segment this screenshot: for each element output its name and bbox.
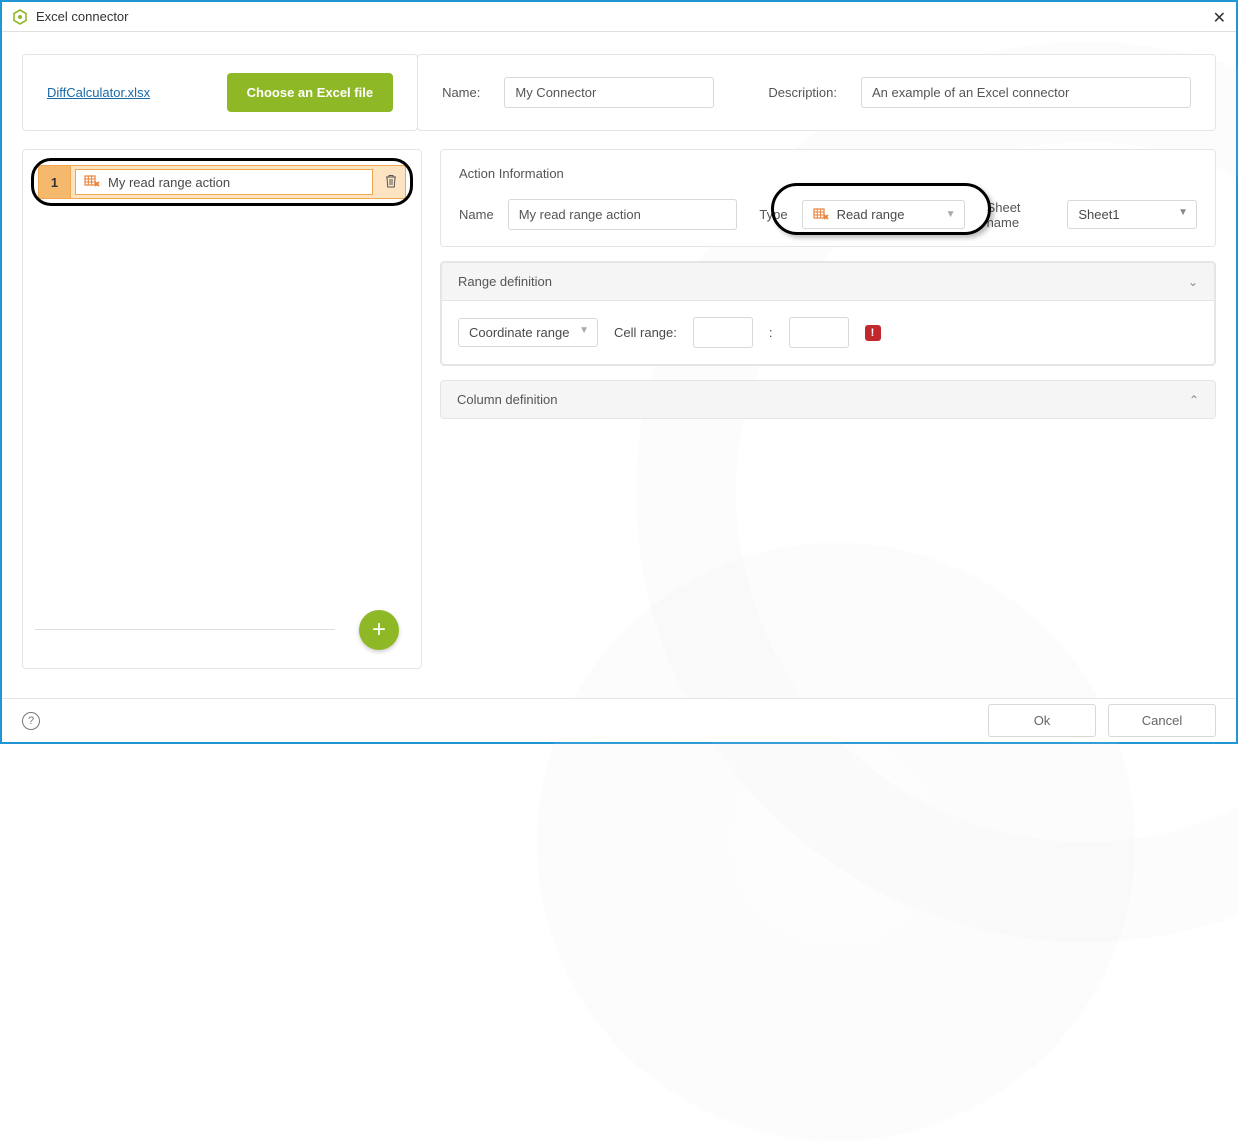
section-title: Action Information xyxy=(459,166,1197,181)
chevron-down-icon: ▼ xyxy=(579,325,589,336)
titlebar: Excel connector ✕ xyxy=(2,2,1236,32)
window-title: Excel connector xyxy=(36,9,129,24)
file-selector-panel: DiffCalculator.xlsx Choose an Excel file xyxy=(22,54,418,131)
range-separator: : xyxy=(769,325,773,340)
range-definition-header[interactable]: Range definition ⌄ xyxy=(441,262,1215,301)
actions-list-panel: 1 My read range action xyxy=(22,149,422,669)
range-definition-body: Coordinate range ▼ Cell range: : ! xyxy=(441,301,1215,365)
error-icon: ! xyxy=(865,325,881,341)
choose-file-button[interactable]: Choose an Excel file xyxy=(227,73,393,112)
chevron-down-icon: ▼ xyxy=(946,209,956,220)
trash-icon xyxy=(385,174,397,188)
action-name-input[interactable] xyxy=(508,199,738,230)
sheet-value: Sheet1 xyxy=(1078,207,1119,222)
sheet-name-label: Sheet name xyxy=(987,200,1054,230)
column-definition-header[interactable]: Column definition ⌃ xyxy=(440,380,1216,419)
range-definition-card: Range definition ⌄ Coordinate range ▼ Ce… xyxy=(440,261,1216,366)
type-value: Read range xyxy=(837,207,905,222)
description-label: Description: xyxy=(768,85,837,100)
help-icon[interactable]: ? xyxy=(22,712,40,730)
chevron-up-icon: ⌃ xyxy=(1189,393,1199,407)
action-detail-panel: Action Information Name Type xyxy=(440,149,1216,669)
read-range-icon xyxy=(84,175,100,189)
file-link[interactable]: DiffCalculator.xlsx xyxy=(47,85,150,100)
cancel-button[interactable]: Cancel xyxy=(1108,704,1216,737)
content-area: DiffCalculator.xlsx Choose an Excel file… xyxy=(2,34,1236,698)
action-list-item[interactable]: 1 My read range action xyxy=(38,165,406,199)
excel-connector-icon xyxy=(12,9,28,25)
divider xyxy=(35,629,335,630)
action-label: My read range action xyxy=(108,175,230,190)
action-name-label: Name xyxy=(459,207,494,222)
action-information-card: Action Information Name Type xyxy=(440,149,1216,247)
cell-range-to-input[interactable] xyxy=(789,317,849,348)
connector-description-input[interactable] xyxy=(861,77,1191,108)
column-header-label: Column definition xyxy=(457,392,557,407)
delete-action-button[interactable] xyxy=(377,174,405,191)
chevron-down-icon: ▼ xyxy=(1178,207,1188,218)
plus-icon: + xyxy=(372,616,386,644)
sheet-name-select[interactable]: Sheet1 ▼ xyxy=(1067,200,1197,229)
range-header-label: Range definition xyxy=(458,274,552,289)
action-type-select[interactable]: Read range ▼ xyxy=(802,200,965,229)
range-mode-select[interactable]: Coordinate range ▼ xyxy=(458,318,598,347)
connector-meta-panel: Name: Description: xyxy=(417,54,1216,131)
action-index: 1 xyxy=(39,166,71,198)
range-mode-value: Coordinate range xyxy=(469,325,569,340)
chevron-down-icon: ⌄ xyxy=(1188,275,1198,289)
cell-range-label: Cell range: xyxy=(614,325,677,340)
ok-button[interactable]: Ok xyxy=(988,704,1096,737)
connector-name-input[interactable] xyxy=(504,77,714,108)
add-action-button[interactable]: + xyxy=(359,610,399,650)
close-icon[interactable]: ✕ xyxy=(1213,8,1226,28)
type-label: Type xyxy=(759,207,787,222)
name-label: Name: xyxy=(442,85,480,100)
cell-range-from-input[interactable] xyxy=(693,317,753,348)
read-range-icon xyxy=(813,208,829,222)
footer: ? Ok Cancel xyxy=(2,698,1236,742)
